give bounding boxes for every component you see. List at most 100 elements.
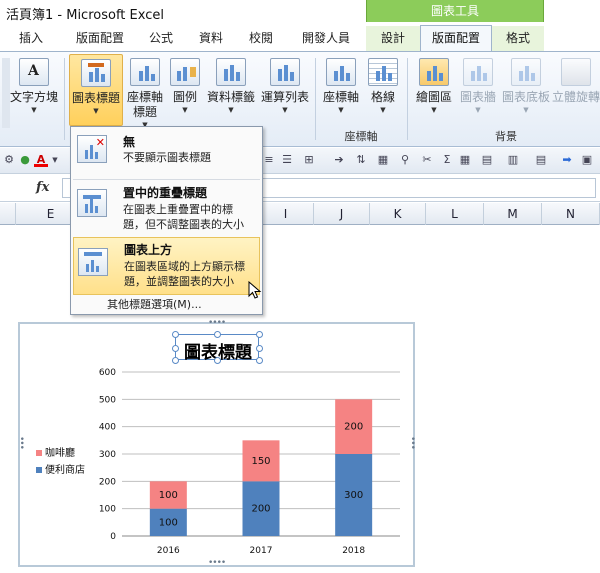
above-chart-title-icon [78, 248, 108, 276]
data-table-icon [270, 58, 300, 86]
selection-handle[interactable] [214, 331, 221, 338]
data-labels-button[interactable]: 資料標籤 ▼ [204, 58, 258, 114]
axes-button[interactable]: 座標軸 ▼ [320, 58, 362, 114]
column-header-l[interactable]: L [426, 203, 484, 225]
chevron-down-icon[interactable]: ▼ [48, 153, 62, 167]
sort-icon[interactable]: ⇅ [354, 153, 368, 167]
rows-icon[interactable]: ▤ [480, 153, 494, 167]
tab-insert[interactable]: 插入 [16, 26, 46, 51]
selection-handle[interactable] [256, 357, 263, 364]
data-labels-icon [216, 58, 246, 86]
y-tick-label: 400 [99, 423, 116, 433]
font-color-icon[interactable]: A [34, 153, 48, 167]
tab-formulas[interactable]: 公式 [146, 26, 176, 51]
group-divider [315, 58, 316, 140]
tab-page-layout[interactable]: 版面配置 [70, 26, 130, 51]
3d-rotation-button[interactable]: 立體旋轉 [552, 58, 600, 105]
window-icon[interactable]: ▣ [580, 153, 594, 167]
menu-item-centered-overlay[interactable]: 置中的重疊標題 在圖表上重疊置中的標 題，但不調整圖表的大小 [73, 181, 260, 236]
align-center-icon[interactable]: ☰ [280, 153, 294, 167]
columns-icon[interactable]: ▥ [506, 153, 520, 167]
data-label: 150 [251, 456, 270, 467]
chart-floor-icon [511, 58, 541, 86]
arrow-right-icon[interactable]: ➡ [560, 153, 574, 167]
table-icon[interactable]: ▦ [376, 153, 390, 167]
circle-icon[interactable]: ● [18, 153, 32, 167]
menu-item-none[interactable]: ✕ 無 不要顯示圖表標題 [73, 129, 260, 177]
group-label-axes: 座標軸 [344, 130, 378, 143]
clear-icon[interactable]: ✂ [420, 153, 434, 167]
y-tick-label: 200 [99, 477, 116, 487]
chevron-down-icon: ▼ [228, 106, 234, 114]
column-header-i[interactable]: I [258, 203, 314, 225]
selection-handle[interactable] [172, 331, 179, 338]
selection-handle[interactable] [172, 357, 179, 364]
chart-title-icon [81, 59, 111, 87]
x-tick-label: 2017 [250, 546, 273, 556]
x-tick-label: 2016 [157, 546, 180, 556]
chevron-down-icon: ▼ [380, 106, 386, 114]
legend-item-cafe[interactable]: 咖啡廳 [36, 444, 75, 459]
ribbon-tabs: 插入 版面配置 公式 資料 校閱 開發人員 設計 版面配置 格式 [0, 24, 600, 52]
text-box-icon: A [19, 58, 49, 86]
column-header-n[interactable]: N [542, 203, 600, 225]
y-tick-label: 500 [99, 395, 116, 405]
group-divider [407, 58, 408, 140]
legend-button[interactable]: 圖例 ▼ [168, 58, 202, 114]
column-header-m[interactable]: M [484, 203, 542, 225]
text-box-button[interactable]: A 文字方塊 ▼ [8, 58, 60, 114]
chevron-down-icon: ▼ [93, 107, 99, 115]
chevron-down-icon: ▼ [475, 106, 481, 114]
legend-swatch [36, 467, 42, 473]
title-bar: 活頁簿1 - Microsoft Excel 圖表工具 [0, 0, 600, 24]
chart-title-button[interactable]: 圖表標題 ▼ [69, 54, 123, 126]
arrow-right-icon[interactable]: ➔ [332, 153, 346, 167]
tab-data[interactable]: 資料 [196, 26, 226, 51]
selection-handle[interactable] [214, 357, 221, 364]
chart-title-box[interactable]: 圖表標題 [172, 331, 263, 364]
grid-icon[interactable]: ▦ [458, 153, 472, 167]
data-label: 300 [344, 490, 363, 501]
border-icon[interactable]: ⊞ [302, 153, 316, 167]
tab-review[interactable]: 校閱 [246, 26, 276, 51]
chart-wall-icon [463, 58, 493, 86]
selection-handle[interactable] [256, 345, 263, 352]
menu-item-more-title-options[interactable]: 其他標題選項(M)... [73, 295, 260, 313]
chart-floor-button[interactable]: 圖表底板 ▼ [500, 58, 552, 114]
column-header-partial[interactable] [0, 203, 16, 225]
window-title: 活頁簿1 - Microsoft Excel [6, 8, 164, 23]
data-label: 100 [159, 517, 178, 528]
legend-item-convenience-store[interactable]: 便利商店 [36, 461, 85, 476]
column-header-j[interactable]: J [314, 203, 370, 225]
chevron-down-icon: ▼ [431, 106, 437, 114]
insert-function-button[interactable]: fx [36, 180, 49, 195]
column-header-k[interactable]: K [370, 203, 426, 225]
y-tick-label: 600 [99, 368, 116, 378]
chart-area[interactable]: •••• •••• ••• ••• 0 100 200 300 400 500 600 100… [16, 318, 417, 568]
plot-area-button[interactable]: 繪圖區 ▼ [412, 58, 456, 114]
sum-icon[interactable]: Σ [440, 153, 454, 167]
gridlines-icon [368, 58, 398, 86]
chevron-down-icon: ▼ [182, 106, 188, 114]
insert-icon[interactable]: ▤ [534, 153, 548, 167]
filter-icon[interactable]: ⚲ [398, 153, 412, 167]
gear-icon[interactable]: ⚙ [2, 153, 16, 167]
selection-handle[interactable] [172, 345, 179, 352]
mouse-pointer-icon [248, 281, 262, 299]
legend-swatch [36, 450, 42, 456]
data-table-button[interactable]: 運算列表 ▼ [258, 58, 312, 114]
tab-developer[interactable]: 開發人員 [296, 26, 356, 51]
axis-titles-button[interactable]: 座標軸 標題 ▼ [124, 58, 166, 129]
tab-chart-layout[interactable]: 版面配置 [420, 25, 492, 52]
gridlines-button[interactable]: 格線 ▼ [364, 58, 402, 114]
axis-titles-icon [130, 58, 160, 86]
chart-wall-button[interactable]: 圖表牆 ▼ [456, 58, 500, 114]
data-label: 200 [344, 422, 363, 433]
group-divider [64, 58, 65, 140]
selection-handle[interactable] [256, 331, 263, 338]
tab-chart-format[interactable]: 格式 [492, 26, 544, 51]
tab-chart-design[interactable]: 設計 [366, 26, 420, 51]
menu-item-above-chart[interactable]: 圖表上方 在圖表區域的上方顯示標 題，並調整圖表的大小 [73, 237, 260, 295]
cube-icon [561, 58, 591, 86]
align-left-icon[interactable]: ≡ [262, 153, 276, 167]
